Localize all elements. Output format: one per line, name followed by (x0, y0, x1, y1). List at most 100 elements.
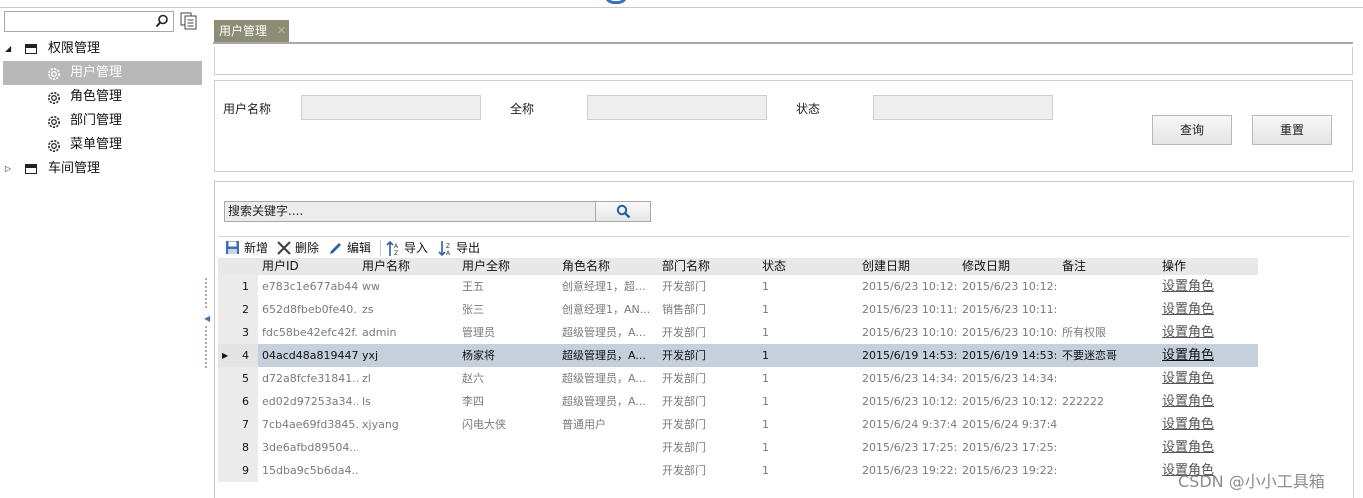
svg-text:Z: Z (446, 243, 450, 250)
cell-id: 3de6afbd89504... (262, 441, 358, 454)
close-icon[interactable]: ✕ (277, 20, 286, 42)
column-header[interactable]: 用户ID (262, 258, 299, 275)
tab-bar: 用户管理 ✕ (213, 20, 1353, 44)
add-button[interactable]: 新增 (225, 239, 271, 257)
collapse-arrow-icon[interactable]: ◀ (204, 314, 210, 323)
row-number[interactable]: 3 (218, 321, 258, 344)
tree-node-role-management[interactable]: 角色管理 (0, 85, 204, 109)
fullname-input[interactable] (587, 95, 767, 120)
column-header[interactable]: 操作 (1162, 258, 1186, 275)
query-button[interactable]: 查询 (1152, 115, 1232, 145)
keyword-search-input[interactable]: 搜索关键字.... (224, 201, 596, 222)
tree-node-user-management[interactable]: 用户管理 (3, 61, 202, 85)
expanded-triangle-icon[interactable]: ◢ (5, 37, 11, 61)
column-header[interactable]: 创建日期 (862, 258, 910, 275)
cell-modified: 2015/6/24 9:37:49 (962, 418, 1058, 431)
splitter-handle[interactable]: ◀ (203, 278, 211, 374)
column-header[interactable]: 角色名称 (562, 258, 610, 275)
tab-user-management[interactable]: 用户管理 ✕ (214, 20, 289, 42)
row-number[interactable]: 7 (218, 413, 258, 436)
row-number[interactable]: 5 (218, 367, 258, 390)
column-header[interactable]: 状态 (762, 258, 786, 275)
row-number[interactable]: 8 (218, 436, 258, 459)
tree-node-dept-management[interactable]: 部门管理 (0, 109, 204, 133)
cell-modified: 2015/6/23 10:10:... (962, 326, 1058, 339)
export-button[interactable]: ZA 导出 (437, 239, 483, 257)
cell-status: 1 (762, 303, 769, 316)
tree-node-menu-management[interactable]: 菜单管理 (0, 133, 204, 157)
delete-x-icon (277, 241, 291, 255)
table-row[interactable]: 4▶04acd48a819447...yxj杨家将超级管理员，A...开发部门1… (218, 344, 1258, 367)
table-row[interactable]: 9 15dba9c5b6da4... 开发部门 1 2015/6/23 19:22:..… (218, 459, 1258, 482)
gear-icon (48, 116, 60, 128)
query-panel: 用户名称 全称 状态 查询 重置 (214, 80, 1353, 172)
column-header[interactable]: 备注 (1062, 258, 1086, 275)
cell-dept: 开发部门 (662, 349, 706, 362)
username-label: 用户名称 (223, 102, 272, 116)
search-icon[interactable] (155, 14, 169, 28)
table-row[interactable]: 2 652d8fbeb0fe40... zs 张三 创意经理1，AN... 销售部门 1 20… (218, 298, 1258, 321)
current-row-indicator-icon: ▶ (222, 351, 229, 360)
status-input[interactable] (873, 95, 1053, 120)
cell-created: 2015/6/23 10:10:... (862, 326, 958, 339)
tree-node-workshop[interactable]: ▷ 车间管理 (0, 157, 204, 181)
keyword-search-button[interactable] (595, 201, 651, 222)
column-header[interactable]: 部门名称 (662, 258, 710, 275)
cell-created: 2015/6/23 19:22:... (862, 464, 958, 477)
svg-text:A: A (394, 243, 399, 250)
set-role-link[interactable]: 设置角色 (1162, 298, 1258, 321)
cell-id: d72a8fcfe31841... (262, 372, 358, 385)
cell-fullname: 李四 (462, 395, 484, 408)
table-row[interactable]: 8 3de6afbd89504... 开发部门 1 2015/6/23 17:25:..… (218, 436, 1258, 459)
import-button[interactable]: AZ 导入 (385, 239, 431, 257)
toolbar-divider (380, 240, 381, 256)
set-role-link[interactable]: 设置角色 (1162, 413, 1258, 436)
tree-node-label: 权限管理 (48, 41, 101, 56)
cell-name: xjyang (362, 418, 399, 431)
cell-name: zl (362, 372, 371, 385)
set-role-link[interactable]: 设置角色 (1162, 390, 1258, 413)
copy-icon[interactable] (180, 12, 198, 30)
column-header[interactable]: 修改日期 (962, 258, 1010, 275)
logo-arc (604, 0, 628, 4)
cell-id: 652d8fbeb0fe40... (262, 303, 358, 316)
tree-node-label: 角色管理 (70, 89, 123, 104)
cell-modified: 2015/6/23 17:25:... (962, 441, 1058, 454)
table-row[interactable]: 5 d72a8fcfe31841... zl 赵六 超级管理员，A... 开发部门 1 201… (218, 367, 1258, 390)
row-number[interactable]: 6 (218, 390, 258, 413)
cell-modified: 2015/6/23 10:11:... (962, 303, 1058, 316)
set-role-link[interactable]: 设置角色 (1162, 367, 1258, 390)
table-row[interactable]: 3 fdc58be42efc42f... admin 管理员 超级管理员，A... 开发部… (218, 321, 1258, 344)
row-number[interactable]: 9 (218, 459, 258, 482)
tab-subheader (214, 47, 1353, 75)
collapsed-triangle-icon[interactable]: ▷ (5, 157, 11, 181)
row-number[interactable]: 2 (218, 298, 258, 321)
column-header[interactable]: 用户全称 (462, 258, 510, 275)
cell-modified: 2015/6/23 10:12:... (962, 280, 1058, 293)
set-role-link[interactable]: 设置角色 (1162, 436, 1258, 459)
tree-search-input[interactable] (4, 11, 174, 32)
table-row[interactable]: 6 ed02d97253a34... ls 李四 超级管理员，A... 开发部门 1 2015… (218, 390, 1258, 413)
row-number[interactable]: 1 (218, 275, 258, 298)
edit-button[interactable]: 编辑 (328, 239, 374, 257)
tree-node-permission[interactable]: ◢ 权限管理 (0, 37, 204, 61)
cell-name: zs (362, 303, 374, 316)
sort-descending-icon: ZA (438, 241, 451, 257)
tree-node-label: 用户管理 (70, 65, 123, 80)
cell-modified: 2015/6/23 14:34:... (962, 372, 1058, 385)
set-role-link[interactable]: 设置角色 (1162, 344, 1258, 367)
fullname-label: 全称 (510, 102, 535, 116)
table-row[interactable]: 7 7cb4ae69fd3845... xjyang 闪电大侠 普通用户 开发部门 1 201… (218, 413, 1258, 436)
save-icon (226, 241, 239, 254)
set-role-link[interactable]: 设置角色 (1162, 275, 1258, 298)
username-input[interactable] (301, 95, 481, 120)
reset-button[interactable]: 重置 (1252, 115, 1332, 145)
gear-icon (48, 140, 60, 152)
column-header[interactable]: 用户名称 (362, 258, 410, 275)
set-role-link[interactable]: 设置角色 (1162, 321, 1258, 344)
cell-status: 1 (762, 326, 769, 339)
cell-role: 超级管理员，A... (562, 372, 646, 385)
delete-button[interactable]: 删除 (276, 239, 322, 257)
table-row[interactable]: 1 e783c1e677ab44... ww 王五 创意经理1，超... 开发部门 1 201… (218, 275, 1258, 298)
cell-id: 7cb4ae69fd3845... (262, 418, 358, 431)
